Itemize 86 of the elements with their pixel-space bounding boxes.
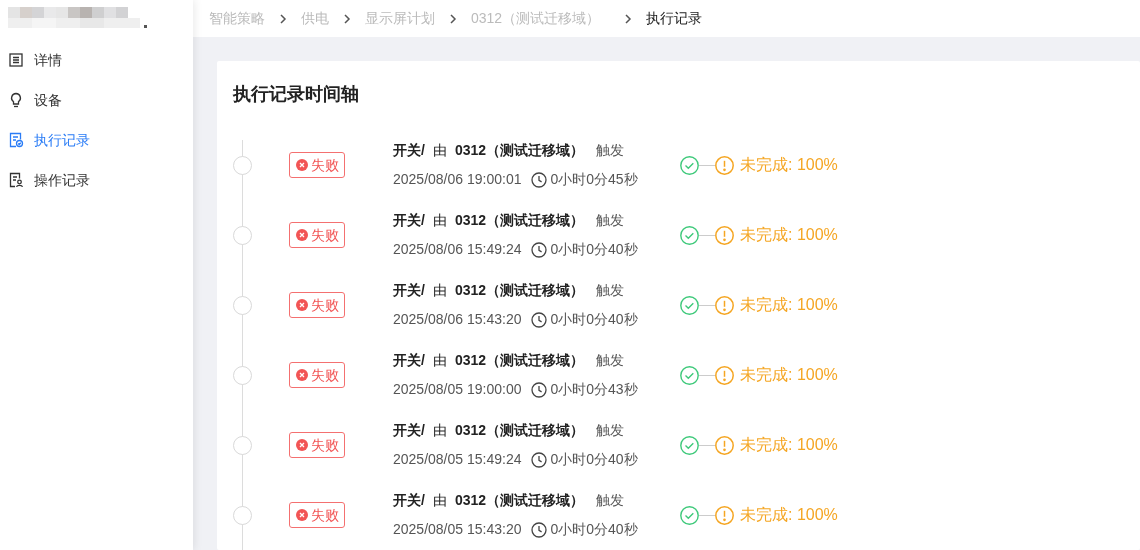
clock-icon xyxy=(531,521,548,538)
duration-text: 0小时0分45秒 xyxy=(550,170,638,189)
by-text: 由 xyxy=(432,351,447,370)
trigger-text: 触发 xyxy=(596,211,625,230)
action-text: 开关/ xyxy=(393,211,425,230)
progress-text: 未完成: 100% xyxy=(740,365,838,385)
status-tag: 失败 xyxy=(289,502,345,528)
timestamp: 2025/08/05 19:00:00 xyxy=(393,380,522,399)
document-check-icon xyxy=(8,132,24,148)
source-text: 0312（测试迁移域） xyxy=(454,211,585,230)
document-person-icon xyxy=(8,172,24,188)
timestamp: 2025/08/06 15:43:20 xyxy=(393,310,522,329)
clock-icon xyxy=(531,311,548,328)
error-icon xyxy=(295,509,308,521)
warning-circle-icon xyxy=(715,365,734,385)
trigger-text: 触发 xyxy=(596,421,625,440)
clock-icon xyxy=(531,451,548,468)
status-tag: 失败 xyxy=(289,362,345,388)
duration-text: 0小时0分40秒 xyxy=(550,310,638,329)
duration-text: 0小时0分43秒 xyxy=(550,380,638,399)
source-text: 0312（测试迁移域） xyxy=(454,281,585,300)
chevron-right-icon xyxy=(624,12,633,25)
status-tag: 失败 xyxy=(289,432,345,458)
sidebar-item[interactable]: 详情 xyxy=(0,40,193,80)
by-text: 由 xyxy=(432,211,447,230)
check-circle-icon xyxy=(680,225,699,245)
warning-circle-icon xyxy=(715,505,734,525)
action-text: 开关/ xyxy=(393,421,425,440)
error-icon xyxy=(295,439,308,451)
card-title: 执行记录时间轴 xyxy=(233,83,359,106)
check-circle-icon xyxy=(680,435,699,455)
check-circle-icon xyxy=(680,365,699,385)
duration-text: 0小时0分40秒 xyxy=(550,450,638,469)
timestamp: 2025/08/06 19:00:01 xyxy=(393,170,522,189)
sidebar-item[interactable]: 执行记录 xyxy=(0,120,193,160)
action-text: 开关/ xyxy=(393,141,425,160)
check-circle-icon xyxy=(680,505,699,525)
status-tag: 失败 xyxy=(289,152,345,178)
check-circle-icon xyxy=(680,295,699,315)
by-text: 由 xyxy=(432,491,447,510)
source-text: 0312（测试迁移域） xyxy=(454,491,585,510)
light-bulb-icon xyxy=(8,92,24,108)
warning-circle-icon xyxy=(715,435,734,455)
source-text: 0312（测试迁移域） xyxy=(454,141,585,160)
error-icon xyxy=(295,159,308,171)
source-text: 0312（测试迁移域） xyxy=(454,421,585,440)
timestamp: 2025/08/06 15:49:24 xyxy=(393,240,522,259)
chevron-right-icon xyxy=(343,12,351,25)
trigger-text: 触发 xyxy=(596,351,625,370)
warning-circle-icon xyxy=(715,155,734,175)
progress-text: 未完成: 100% xyxy=(740,505,838,525)
error-icon xyxy=(295,369,308,381)
by-text: 由 xyxy=(432,281,447,300)
duration-text: 0小时0分40秒 xyxy=(550,240,638,259)
progress-text: 未完成: 100% xyxy=(740,435,838,455)
breadcrumb-current: 执行记录 xyxy=(646,9,703,28)
action-text: 开关/ xyxy=(393,491,425,510)
clock-icon xyxy=(531,241,548,258)
clock-icon xyxy=(531,171,548,188)
sidebar-item[interactable]: 设备 xyxy=(0,80,193,120)
check-circle-icon xyxy=(680,155,699,175)
chevron-right-icon xyxy=(279,12,287,25)
progress-text: 未完成: 100% xyxy=(740,295,838,315)
warning-circle-icon xyxy=(715,225,734,245)
trigger-text: 触发 xyxy=(596,281,625,300)
by-text: 由 xyxy=(432,421,447,440)
timestamp: 2025/08/05 15:49:24 xyxy=(393,450,522,469)
status-tag: 失败 xyxy=(289,222,345,248)
by-text: 由 xyxy=(432,141,447,160)
action-text: 开关/ xyxy=(393,281,425,300)
progress-text: 未完成: 100% xyxy=(740,155,838,175)
clock-icon xyxy=(531,381,548,398)
error-icon xyxy=(295,229,308,241)
progress-text: 未完成: 100% xyxy=(740,225,838,245)
trigger-text: 触发 xyxy=(596,141,625,160)
timestamp: 2025/08/05 15:43:20 xyxy=(393,520,522,539)
trigger-text: 触发 xyxy=(596,491,625,510)
action-text: 开关/ xyxy=(393,351,425,370)
duration-text: 0小时0分40秒 xyxy=(550,520,638,539)
sidebar-item[interactable]: 操作记录 xyxy=(0,160,193,200)
warning-circle-icon xyxy=(715,295,734,315)
error-icon xyxy=(295,299,308,311)
source-text: 0312（测试迁移域） xyxy=(454,351,585,370)
document-list-icon xyxy=(8,52,24,68)
status-tag: 失败 xyxy=(289,292,345,318)
chevron-right-icon xyxy=(449,12,457,25)
